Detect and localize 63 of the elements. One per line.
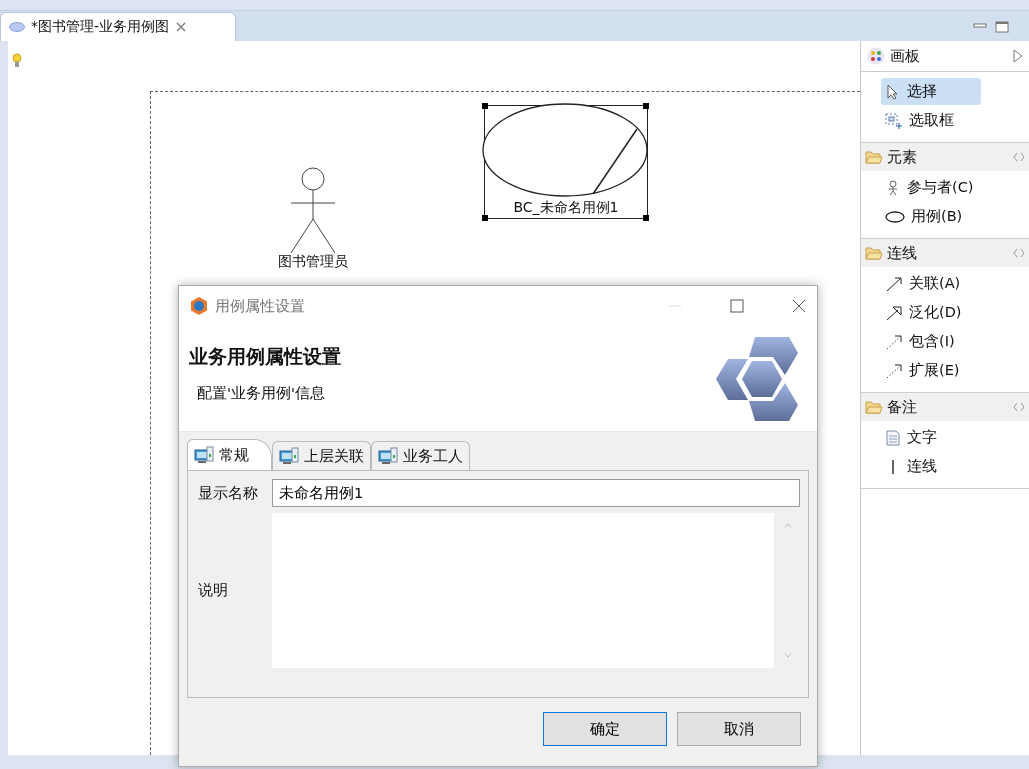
name-field[interactable]: 未命名用例1: [272, 479, 800, 507]
folder-icon: [865, 246, 883, 260]
maximize-icon[interactable]: [995, 21, 1009, 33]
dialog-button[interactable]: 确定: [543, 712, 667, 746]
editor-tab[interactable]: *图书管理-业务用例图: [0, 12, 236, 41]
minimize-icon[interactable]: [973, 21, 987, 31]
palette-tool[interactable]: 泛化(D): [881, 299, 981, 326]
dashed-arrow-icon: [885, 333, 903, 350]
folder-icon: [865, 400, 883, 414]
section-title[interactable]: 连线: [887, 243, 917, 263]
collapse-icon[interactable]: [1013, 152, 1025, 162]
palette-tool[interactable]: 包含(I): [881, 328, 981, 355]
resize-handle[interactable]: [643, 215, 649, 221]
dialog-button[interactable]: 取消: [677, 712, 801, 746]
palette-tool[interactable]: 扩展(E): [881, 357, 981, 384]
scroll-down-icon[interactable]: [784, 653, 792, 658]
line-icon: [892, 458, 894, 475]
arrow-icon: [885, 275, 903, 292]
dashed-arrow-icon: [885, 362, 903, 379]
field-label: 显示名称: [197, 483, 259, 503]
scroll-up-icon[interactable]: [784, 523, 792, 528]
dialog-description: 配置'业务用例'信息: [196, 384, 326, 403]
marquee-icon: [885, 112, 903, 129]
monitor-icon: [194, 446, 214, 464]
resize-handle[interactable]: [482, 215, 488, 221]
section-title[interactable]: 元素: [887, 147, 917, 167]
palette-title: 画板: [890, 46, 920, 66]
app-logo-icon: [189, 296, 209, 316]
use-case-drawing[interactable]: [482, 103, 648, 197]
palette-icon: [867, 47, 885, 65]
palette-tool[interactable]: 参与者(C): [881, 174, 981, 201]
selection-frame[interactable]: BC_未命名用例1: [482, 103, 650, 221]
hollow-arrow-icon: [885, 304, 903, 321]
tab[interactable]: 常规: [187, 439, 272, 470]
tab[interactable]: 上层关联: [272, 441, 371, 470]
resize-handle[interactable]: [482, 103, 488, 109]
close-icon[interactable]: [791, 298, 807, 314]
palette-tool[interactable]: 选择: [881, 78, 981, 105]
dialog-title: 用例属性设置: [215, 296, 305, 316]
collapse-icon[interactable]: [1013, 402, 1025, 412]
folder-icon: [865, 150, 883, 164]
palette-tool[interactable]: 连线: [881, 453, 981, 480]
lightbulb-icon: [12, 53, 22, 68]
maximize-icon[interactable]: [729, 298, 745, 314]
palette-tool[interactable]: 用例(B): [881, 203, 981, 230]
palette-tool[interactable]: 选取框: [881, 107, 981, 134]
actor-label: 图书管理员: [278, 253, 348, 271]
section-title[interactable]: 备注: [887, 397, 917, 417]
palette-tool[interactable]: 关联(A): [881, 270, 981, 297]
field-label: 说明: [197, 581, 229, 600]
use-case-label: BC_未命名用例1: [512, 199, 620, 217]
ellipse-icon: [885, 210, 905, 223]
dialog-heading: 业务用例属性设置: [189, 344, 341, 369]
ellipse-icon: [9, 22, 25, 32]
close-icon[interactable]: [175, 21, 188, 33]
resize-handle[interactable]: [643, 103, 649, 109]
monitor-icon: [279, 447, 299, 465]
document-icon: [885, 429, 901, 446]
collapse-icon[interactable]: [1013, 248, 1025, 258]
expand-arrow-icon[interactable]: [1013, 49, 1023, 63]
palette-tool[interactable]: 文字: [881, 424, 981, 451]
tab[interactable]: 业务工人: [371, 441, 470, 470]
monitor-icon: [378, 447, 398, 465]
